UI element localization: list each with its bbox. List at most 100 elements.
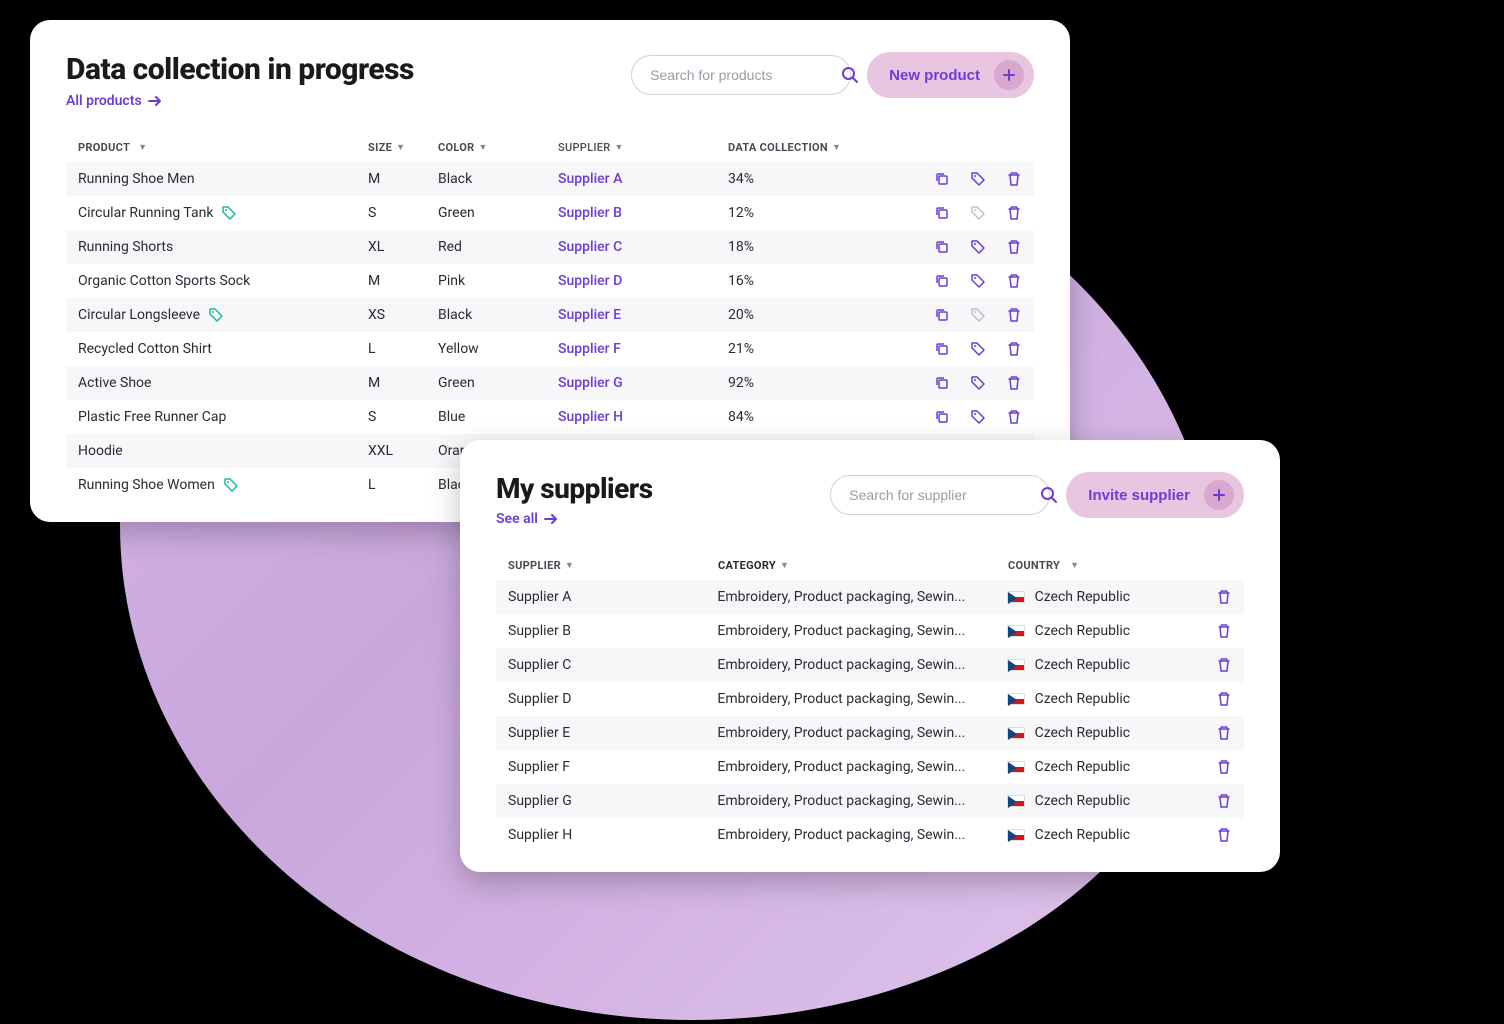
- suppliers-header: My suppliers See all Invite supplier: [496, 472, 1244, 527]
- trash-icon[interactable]: [1216, 657, 1232, 673]
- cell-supplier-link[interactable]: Supplier B: [558, 205, 728, 221]
- tag-icon[interactable]: [970, 307, 986, 323]
- cell-supplier-link[interactable]: Supplier D: [558, 273, 728, 289]
- trash-icon[interactable]: [1216, 827, 1232, 843]
- see-all-link[interactable]: See all: [496, 511, 653, 527]
- tag-icon[interactable]: [970, 409, 986, 425]
- tag-icon[interactable]: [970, 205, 986, 221]
- table-row[interactable]: Running Shoe Men M Black Supplier A 34%: [66, 162, 1034, 196]
- trash-icon[interactable]: [1216, 623, 1232, 639]
- flag-icon: [1007, 625, 1025, 637]
- trash-icon[interactable]: [1216, 725, 1232, 741]
- tag-icon[interactable]: [970, 171, 986, 187]
- table-row[interactable]: Circular Running Tank S Green Supplier B…: [66, 196, 1034, 230]
- cell-supplier-link[interactable]: Supplier A: [558, 171, 728, 187]
- copy-icon[interactable]: [934, 375, 950, 391]
- trash-icon[interactable]: [1006, 341, 1022, 357]
- copy-icon[interactable]: [934, 205, 950, 221]
- cell-size: M: [368, 273, 438, 289]
- trash-icon[interactable]: [1006, 239, 1022, 255]
- cell-product: Running Shorts: [78, 239, 368, 255]
- cell-product: Recycled Cotton Shirt: [78, 341, 368, 357]
- table-row[interactable]: Supplier F Embroidery, Product packaging…: [496, 750, 1244, 784]
- table-row[interactable]: Supplier C Embroidery, Product packaging…: [496, 648, 1244, 682]
- col-country[interactable]: COUNTRY▼: [1008, 559, 1218, 572]
- cell-actions: [1216, 657, 1232, 673]
- trash-icon[interactable]: [1006, 375, 1022, 391]
- col-data-collection[interactable]: DATA COLLECTION▼: [728, 141, 918, 154]
- cell-product: Running Shoe Men: [78, 171, 368, 187]
- all-products-link[interactable]: All products: [66, 93, 414, 109]
- cell-supplier-link[interactable]: Supplier H: [558, 409, 728, 425]
- table-row[interactable]: Supplier B Embroidery, Product packaging…: [496, 614, 1244, 648]
- cell-supplier-link[interactable]: Supplier F: [558, 341, 728, 357]
- cell-category: Embroidery, Product packaging, Sewin...: [717, 759, 1006, 775]
- table-row[interactable]: Active Shoe M Green Supplier G 92%: [66, 366, 1034, 400]
- table-row[interactable]: Running Shorts XL Red Supplier C 18%: [66, 230, 1034, 264]
- copy-icon[interactable]: [934, 273, 950, 289]
- copy-icon[interactable]: [934, 239, 950, 255]
- col-supplier[interactable]: SUPPLIER▼: [508, 559, 718, 572]
- flag-icon: [1007, 727, 1025, 739]
- cell-actions: [1216, 623, 1232, 639]
- suppliers-search[interactable]: [830, 475, 1050, 515]
- col-size[interactable]: SIZE▼: [368, 141, 438, 154]
- cell-supplier-link[interactable]: Supplier E: [558, 307, 728, 323]
- copy-icon[interactable]: [934, 307, 950, 323]
- plus-icon: [994, 60, 1024, 90]
- cell-supplier-link[interactable]: Supplier G: [558, 375, 728, 391]
- table-row[interactable]: Recycled Cotton Shirt L Yellow Supplier …: [66, 332, 1034, 366]
- trash-icon[interactable]: [1006, 307, 1022, 323]
- cell-color: Blue: [438, 409, 558, 425]
- table-row[interactable]: Supplier H Embroidery, Product packaging…: [496, 818, 1244, 852]
- cell-actions: [1216, 691, 1232, 707]
- cell-supplier-link[interactable]: Supplier C: [558, 239, 728, 255]
- table-row[interactable]: Supplier A Embroidery, Product packaging…: [496, 580, 1244, 614]
- table-row[interactable]: Organic Cotton Sports Sock M Pink Suppli…: [66, 264, 1034, 298]
- table-row[interactable]: Circular Longsleeve XS Black Supplier E …: [66, 298, 1034, 332]
- tag-icon[interactable]: [970, 273, 986, 289]
- cell-actions: [1216, 725, 1232, 741]
- trash-icon[interactable]: [1006, 273, 1022, 289]
- trash-icon[interactable]: [1216, 759, 1232, 775]
- cell-supplier: Supplier G: [508, 793, 717, 809]
- table-row[interactable]: Supplier E Embroidery, Product packaging…: [496, 716, 1244, 750]
- trash-icon[interactable]: [1006, 171, 1022, 187]
- cell-product: Organic Cotton Sports Sock: [78, 273, 368, 289]
- col-category[interactable]: CATEGORY▼: [718, 559, 1008, 572]
- cell-country: Czech Republic: [1007, 725, 1216, 741]
- cell-actions: [918, 239, 1022, 255]
- cell-size: L: [368, 341, 438, 357]
- trash-icon[interactable]: [1216, 793, 1232, 809]
- tag-icon[interactable]: [970, 341, 986, 357]
- tag-icon[interactable]: [970, 375, 986, 391]
- tag-icon[interactable]: [970, 239, 986, 255]
- suppliers-search-input[interactable]: [849, 487, 1030, 503]
- suppliers-header-actions: Invite supplier: [830, 472, 1244, 518]
- table-row[interactable]: Supplier G Embroidery, Product packaging…: [496, 784, 1244, 818]
- trash-icon[interactable]: [1216, 589, 1232, 605]
- table-row[interactable]: Supplier D Embroidery, Product packaging…: [496, 682, 1244, 716]
- cell-country: Czech Republic: [1007, 657, 1216, 673]
- products-search-input[interactable]: [650, 67, 831, 83]
- invite-supplier-button[interactable]: Invite supplier: [1066, 472, 1244, 518]
- search-icon: [841, 66, 859, 84]
- trash-icon[interactable]: [1006, 409, 1022, 425]
- products-search[interactable]: [631, 55, 851, 95]
- col-supplier[interactable]: SUPPLIER▼: [558, 141, 728, 154]
- new-product-label: New product: [889, 67, 980, 84]
- table-row[interactable]: Plastic Free Runner Cap S Blue Supplier …: [66, 400, 1034, 434]
- cell-country: Czech Republic: [1007, 623, 1216, 639]
- cell-supplier: Supplier B: [508, 623, 717, 639]
- trash-icon[interactable]: [1006, 205, 1022, 221]
- copy-icon[interactable]: [934, 171, 950, 187]
- copy-icon[interactable]: [934, 409, 950, 425]
- caret-down-icon: ▼: [615, 142, 624, 153]
- trash-icon[interactable]: [1216, 691, 1232, 707]
- cell-color: Black: [438, 171, 558, 187]
- new-product-button[interactable]: New product: [867, 52, 1034, 98]
- col-color[interactable]: COLOR▼: [438, 141, 558, 154]
- cell-actions: [918, 307, 1022, 323]
- col-product[interactable]: PRODUCT▼: [78, 141, 368, 154]
- copy-icon[interactable]: [934, 341, 950, 357]
